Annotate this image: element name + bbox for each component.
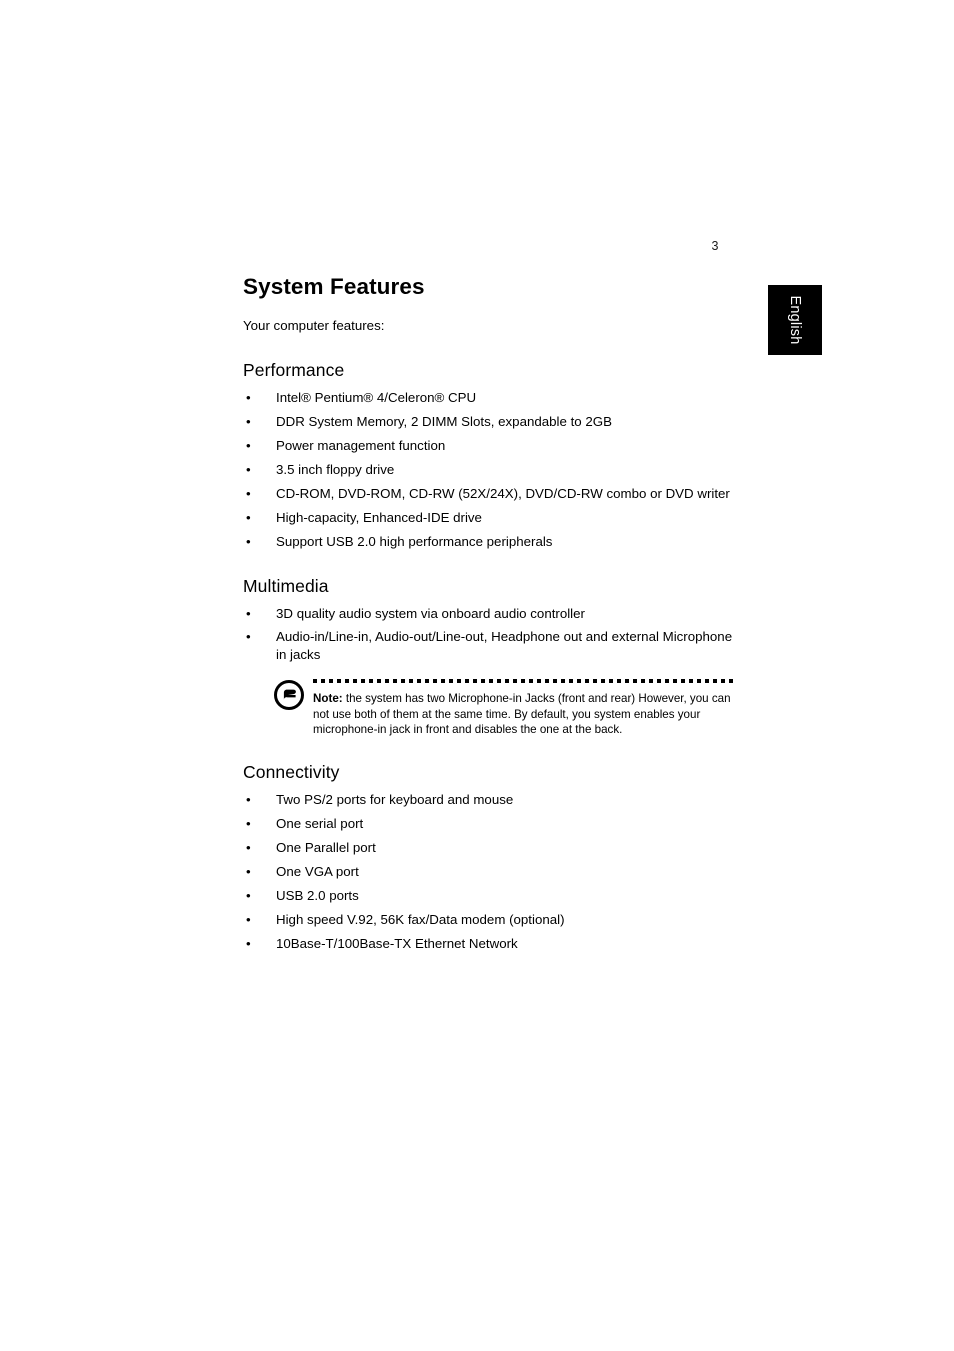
note-divider	[313, 679, 733, 683]
list-item-label: Support USB 2.0 high performance periphe…	[276, 534, 553, 549]
list-item-label: One Parallel port	[276, 839, 376, 855]
list-item-label: High speed V.92, 56K fax/Data modem (opt…	[276, 911, 565, 927]
list-item-label: One VGA port	[276, 863, 359, 879]
bullet-icon: •	[246, 414, 251, 429]
list-item: • Intel® Pentium® 4/Celeron® CPU	[243, 389, 733, 407]
list-item-label: CD-ROM, DVD-ROM, CD-RW (52X/24X), DVD/CD…	[276, 486, 730, 501]
list-item-label: Two PS/2 ports for keyboard and mouse	[276, 791, 514, 807]
list-item-label: High-capacity, Enhanced-IDE drive	[276, 510, 482, 525]
list-item: • Audio-in/Line-in, Audio-out/Line-out, …	[243, 628, 733, 663]
list-item: • Power management function	[243, 437, 733, 455]
language-tab: English	[768, 285, 822, 355]
feature-list-connectivity: • Two PS/2 ports for keyboard and mouse …	[243, 791, 733, 953]
list-item: • Two PS/2 ports for keyboard and mouse	[243, 791, 733, 809]
bullet-icon: •	[246, 390, 251, 405]
list-item: • CD-ROM, DVD-ROM, CD-RW (52X/24X), DVD/…	[243, 485, 733, 503]
list-item: • One Parallel port	[243, 839, 733, 857]
list-item: • 10Base-T/100Base-TX Ethernet Network	[243, 935, 733, 953]
list-item-label: USB 2.0 ports	[276, 887, 359, 903]
feature-list-multimedia: • 3D quality audio system via onboard au…	[243, 605, 733, 664]
bullet-icon: •	[246, 935, 251, 951]
note-callout: Note: the system has two Microphone-in J…	[243, 679, 733, 738]
bullet-icon: •	[246, 462, 251, 477]
list-item: • DDR System Memory, 2 DIMM Slots, expan…	[243, 413, 733, 431]
feature-list-performance: • Intel® Pentium® 4/Celeron® CPU • DDR S…	[243, 389, 733, 551]
list-item: • High-capacity, Enhanced-IDE drive	[243, 509, 733, 527]
list-item: • USB 2.0 ports	[243, 887, 733, 905]
bullet-icon: •	[246, 510, 251, 525]
intro-text: Your computer features:	[243, 318, 385, 333]
bullet-icon: •	[246, 629, 251, 644]
bullet-icon: •	[246, 887, 251, 903]
bullet-icon: •	[246, 534, 251, 549]
list-item-label: Audio-in/Line-in, Audio-out/Line-out, He…	[276, 629, 733, 662]
note-text: Note: the system has two Microphone-in J…	[313, 691, 733, 738]
bullet-icon: •	[246, 911, 251, 927]
list-item-label: Power management function	[276, 438, 446, 453]
language-tab-label: English	[787, 295, 803, 345]
list-item-label: Intel® Pentium® 4/Celeron® CPU	[276, 390, 477, 405]
section-heading-multimedia: Multimedia	[243, 575, 329, 596]
section-heading-connectivity: Connectivity	[243, 761, 340, 782]
list-item-label: 10Base-T/100Base-TX Ethernet Network	[276, 935, 518, 951]
section-heading-performance: Performance	[243, 360, 345, 380]
bullet-icon: •	[246, 605, 251, 621]
page-content: System Features Your computer features: …	[243, 272, 733, 952]
page-title: System Features	[243, 274, 425, 299]
list-item: • Support USB 2.0 high performance perip…	[243, 533, 733, 551]
acer-logo-icon	[274, 680, 304, 710]
list-item-label: 3.5 inch floppy drive	[276, 462, 395, 477]
bullet-icon: •	[246, 839, 251, 855]
bullet-icon: •	[246, 438, 251, 453]
list-item-label: One serial port	[276, 815, 364, 831]
list-item: • One serial port	[243, 815, 733, 833]
bullet-icon: •	[246, 791, 251, 807]
list-item-label: 3D quality audio system via onboard audi…	[276, 605, 585, 621]
bullet-icon: •	[246, 486, 251, 501]
list-item: • High speed V.92, 56K fax/Data modem (o…	[243, 911, 733, 929]
note-body: the system has two Microphone-in Jacks (…	[313, 692, 731, 736]
list-item: • 3D quality audio system via onboard au…	[243, 605, 733, 623]
bullet-icon: •	[246, 863, 251, 879]
page-number: 3	[711, 239, 719, 253]
list-item-label: DDR System Memory, 2 DIMM Slots, expanda…	[276, 414, 612, 429]
list-item: • One VGA port	[243, 863, 733, 881]
note-label: Note:	[313, 692, 343, 705]
bullet-icon: •	[246, 815, 251, 831]
list-item: • 3.5 inch floppy drive	[243, 461, 733, 479]
